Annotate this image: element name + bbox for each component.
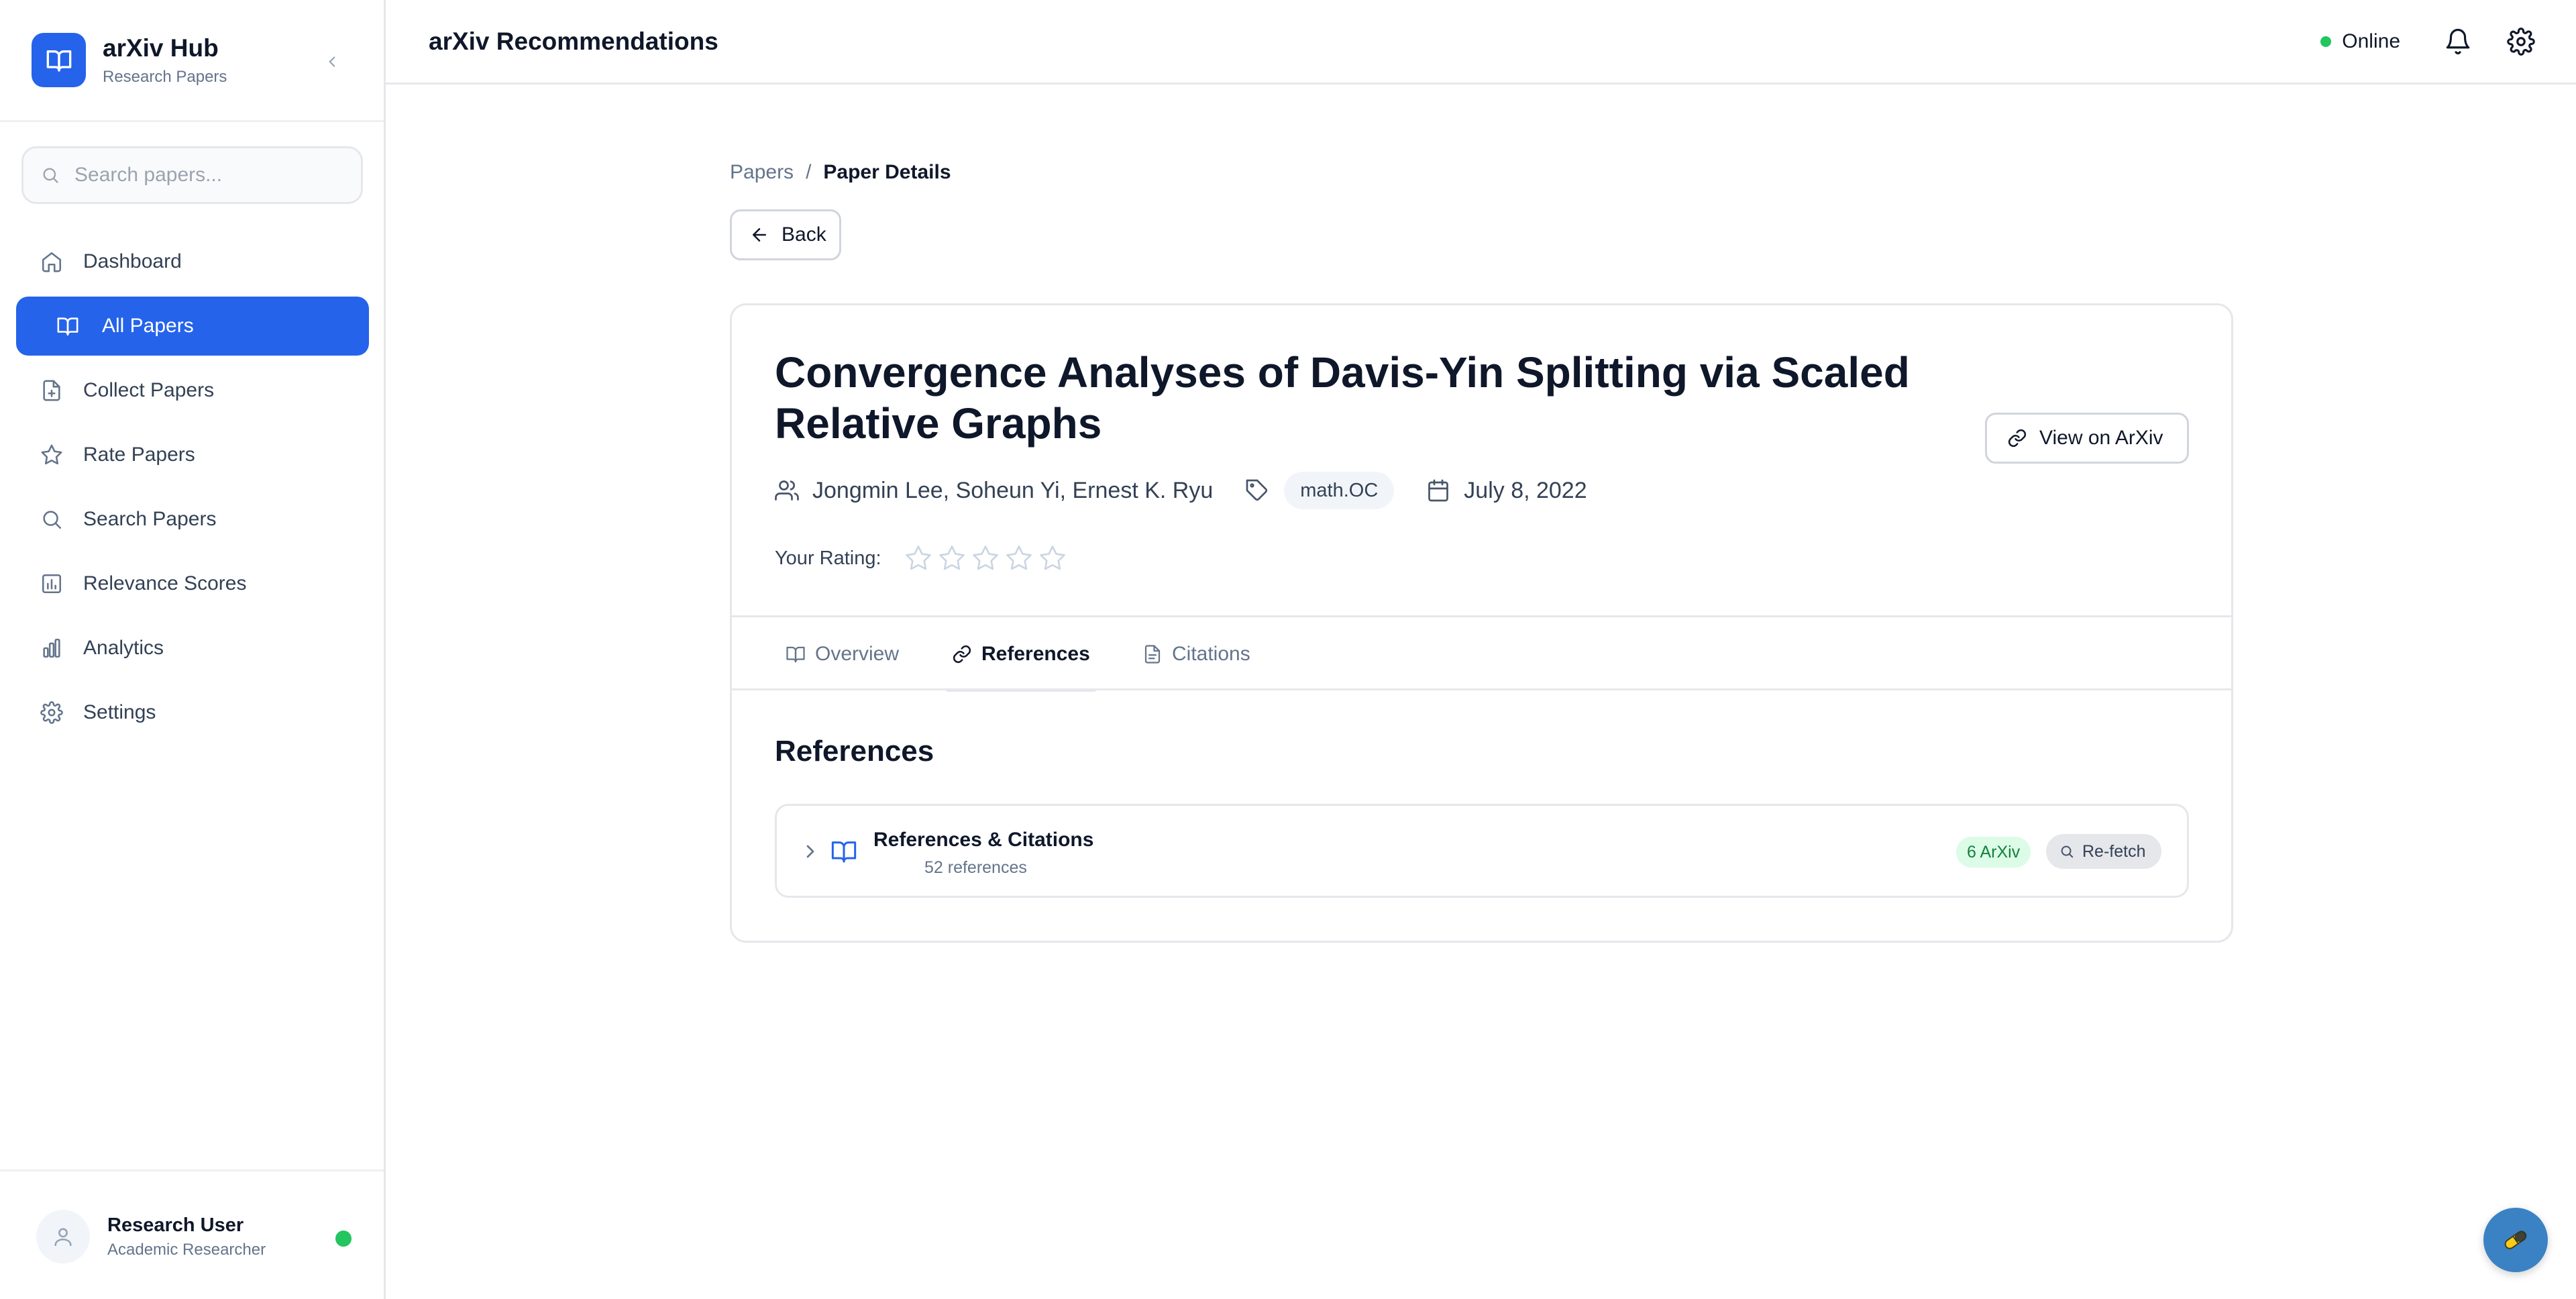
rating-label: Your Rating: <box>775 547 881 569</box>
file-plus-icon <box>43 380 60 401</box>
user-name: Research User <box>107 1214 244 1236</box>
paper-date: July 8, 2022 <box>1464 477 1587 503</box>
divider <box>0 1170 384 1172</box>
link-icon <box>953 645 971 663</box>
paper-meta: Jongmin Lee, Soheun Yi, Ernest K. Ryu ma… <box>775 472 1587 509</box>
references-group-title: References & Citations <box>873 829 1094 851</box>
paper-tabs: Overview References Citations <box>732 615 2231 692</box>
sidebar-item-label: Dashboard <box>83 250 182 272</box>
star-3-icon[interactable] <box>971 544 1000 572</box>
sidebar-item-search-papers[interactable]: Search Papers <box>16 490 369 549</box>
refetch-label: Re-fetch <box>2082 841 2146 861</box>
status-indicator <box>335 1231 352 1247</box>
breadcrumb: Papers / Paper Details <box>730 161 951 184</box>
paper-title: Convergence Analyses of Davis-Yin Splitt… <box>775 348 1910 448</box>
pill-icon <box>2504 1231 2527 1249</box>
sidebar-item-label: Collect Papers <box>83 379 215 401</box>
page-title: arXiv Recommendations <box>429 27 718 55</box>
tab-label: Citations <box>1172 642 1250 665</box>
star-1-icon[interactable] <box>904 544 932 572</box>
sidebar-item-relevance-scores[interactable]: Relevance Scores <box>16 554 369 613</box>
user-icon <box>54 1228 72 1247</box>
collapse-sidebar-button[interactable] <box>319 48 345 75</box>
star-rating <box>904 544 1072 572</box>
back-button[interactable]: Back <box>730 209 841 260</box>
gear-icon <box>40 701 63 724</box>
star-2-icon[interactable] <box>938 544 966 572</box>
sidebar-item-rate-papers[interactable]: Rate Papers <box>16 425 369 484</box>
sidebar-item-settings[interactable]: Settings <box>16 683 369 742</box>
book-icon <box>57 317 78 336</box>
user-role: Academic Researcher <box>107 1240 266 1259</box>
sidebar-nav: Dashboard All Papers Collect Papers Rate… <box>16 232 369 747</box>
arxiv-count-badge: 6 ArXiv <box>1956 837 2031 868</box>
book-icon <box>32 33 86 87</box>
sidebar: arXiv Hub Research Papers Dashboard All … <box>0 0 386 1299</box>
sidebar-item-all-papers[interactable]: All Papers <box>16 297 369 356</box>
link-icon <box>2008 429 2027 448</box>
brand-title: arXiv Hub <box>103 34 219 62</box>
sidebar-item-label: All Papers <box>102 315 194 337</box>
arrow-left-icon <box>753 228 766 242</box>
search-icon <box>43 168 58 183</box>
avatar <box>36 1210 90 1263</box>
view-on-arxiv-button[interactable]: View on ArXiv <box>1985 413 2189 464</box>
tab-references[interactable]: References <box>947 617 1095 692</box>
settings-button[interactable] <box>2504 24 2538 59</box>
chevron-left-icon <box>329 56 335 67</box>
references-count: 52 references <box>924 858 1027 877</box>
sidebar-item-collect-papers[interactable]: Collect Papers <box>16 361 369 420</box>
sidebar-item-label: Rate Papers <box>83 444 195 466</box>
users-icon <box>775 480 799 501</box>
view-on-arxiv-label: View on ArXiv <box>2039 427 2163 449</box>
online-status-dot <box>2320 36 2332 47</box>
search-icon <box>43 511 62 529</box>
search-box <box>21 146 363 204</box>
bar-chart-icon <box>42 574 62 594</box>
tag-icon <box>1246 479 1268 501</box>
back-label: Back <box>782 223 826 246</box>
paper-authors: Jongmin Lee, Soheun Yi, Ernest K. Ryu <box>812 477 1214 503</box>
tab-overview[interactable]: Overview <box>780 617 904 690</box>
top-bar: arXiv Recommendations Online <box>386 0 2576 85</box>
tab-label: Overview <box>815 642 900 665</box>
section-title: References <box>775 735 934 768</box>
rating-row: Your Rating: <box>775 544 1072 572</box>
tab-label: References <box>981 642 1090 665</box>
gear-icon <box>2507 28 2535 56</box>
sidebar-item-label: Search Papers <box>83 508 217 530</box>
tab-citations[interactable]: Citations <box>1137 617 1256 690</box>
sidebar-item-label: Analytics <box>83 637 164 659</box>
online-status-text: Online <box>2342 30 2400 52</box>
breadcrumb-current: Paper Details <box>823 161 951 183</box>
calendar-icon <box>1428 479 1449 502</box>
search-input[interactable] <box>74 164 343 187</box>
sidebar-item-label: Settings <box>83 701 156 723</box>
star-4-icon[interactable] <box>1005 544 1033 572</box>
star-5-icon[interactable] <box>1038 544 1067 572</box>
brand-header: arXiv Hub Research Papers <box>0 0 384 122</box>
book-icon <box>786 646 805 662</box>
category-badge: math.OC <box>1284 472 1395 509</box>
floating-action-button[interactable] <box>2483 1208 2548 1272</box>
file-icon <box>1144 644 1161 664</box>
analytics-icon <box>43 638 60 658</box>
paper-card: Convergence Analyses of Davis-Yin Splitt… <box>730 303 2233 943</box>
book-icon <box>831 841 857 863</box>
refetch-button[interactable]: Re-fetch <box>2046 834 2162 869</box>
home-icon <box>42 252 62 272</box>
sidebar-item-dashboard[interactable]: Dashboard <box>16 232 369 291</box>
breadcrumb-papers-link[interactable]: Papers <box>730 161 794 184</box>
brand-subtitle: Research Papers <box>103 67 227 86</box>
references-accordion[interactable]: References & Citations 52 references 6 A… <box>775 804 2189 898</box>
bell-icon <box>2446 29 2470 54</box>
breadcrumb-separator: / <box>806 161 812 183</box>
notifications-button[interactable] <box>2440 24 2475 59</box>
search-icon <box>2061 845 2074 858</box>
sidebar-item-analytics[interactable]: Analytics <box>16 619 369 678</box>
chevron-right-icon[interactable] <box>800 841 821 862</box>
sidebar-item-label: Relevance Scores <box>83 572 247 594</box>
user-panel[interactable]: Research User Academic Researcher <box>20 1193 366 1280</box>
star-icon <box>41 444 62 465</box>
